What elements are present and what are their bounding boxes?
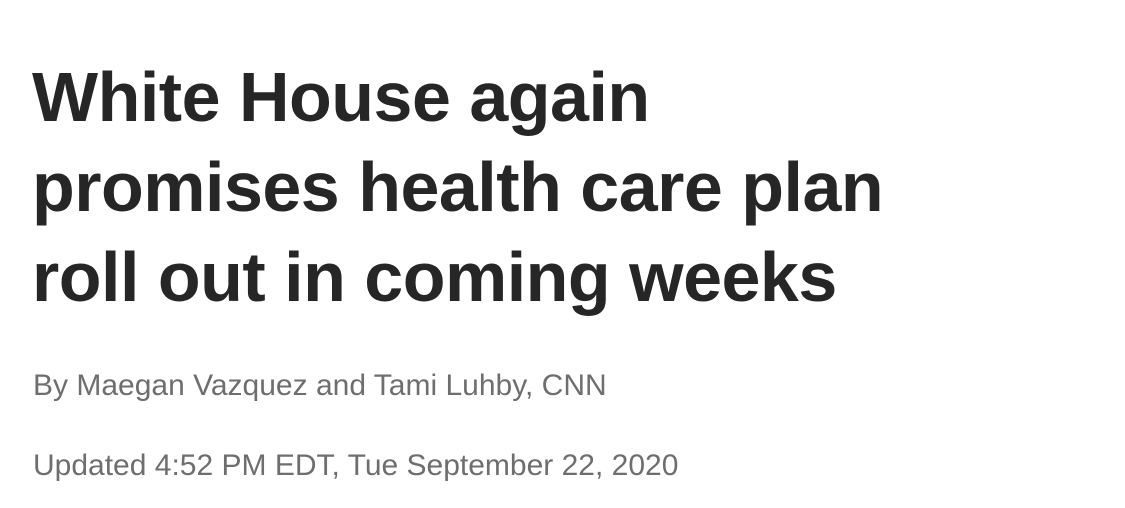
headline-line: White House again — [32, 58, 650, 136]
headline-line: promises health care plan — [32, 148, 884, 226]
article-byline: By Maegan Vazquez and Tami Luhby, CNN — [33, 369, 607, 402]
article-headline: White House again promises health care p… — [32, 52, 1092, 322]
article-header: White House again promises health care p… — [0, 0, 1125, 508]
article-timestamp: Updated 4:52 PM EDT, Tue September 22, 2… — [33, 449, 679, 482]
headline-line: roll out in coming weeks — [32, 238, 837, 316]
